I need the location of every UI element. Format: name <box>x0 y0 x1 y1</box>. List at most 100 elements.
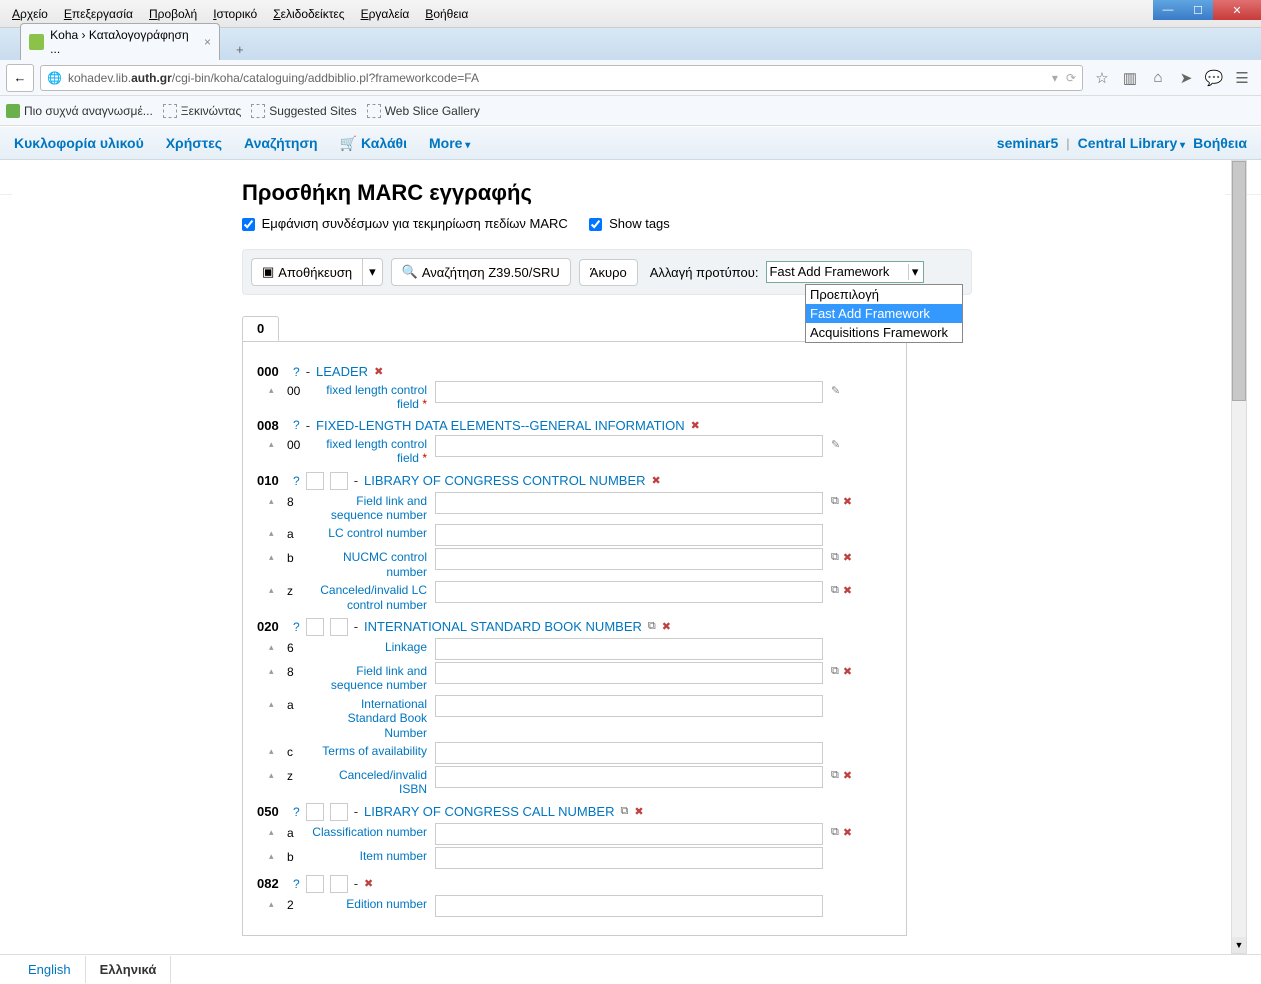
back-button[interactable]: ← <box>6 64 34 92</box>
framework-option-default[interactable]: Προεπιλογή <box>806 285 962 304</box>
collapse-icon[interactable]: ▴ <box>269 766 279 781</box>
subfield-label[interactable]: Canceled/invalid LC control number <box>309 581 427 612</box>
subfield-label[interactable]: Field link and sequence number <box>309 492 427 523</box>
cancel-button[interactable]: Άκυρο <box>579 259 638 286</box>
subfield-input[interactable] <box>435 823 823 845</box>
delete-subfield-icon[interactable]: ✖ <box>843 584 852 597</box>
delete-tag-icon[interactable]: ✖ <box>652 474 661 487</box>
clone-tag-icon[interactable]: ⧉ <box>648 620 656 633</box>
marc-tag-desc[interactable]: INTERNATIONAL STANDARD BOOK NUMBER <box>364 619 642 634</box>
collapse-icon[interactable]: ▴ <box>269 662 279 677</box>
subfield-input[interactable] <box>435 847 823 869</box>
send-icon[interactable]: ➤ <box>1177 69 1195 87</box>
os-menu-item[interactable]: Σελιδοδείκτες <box>265 4 352 24</box>
subfield-label[interactable]: fixed length control field * <box>309 435 427 466</box>
delete-tag-icon[interactable]: ✖ <box>691 419 700 432</box>
subfield-input[interactable] <box>435 435 823 457</box>
bookmark-suggested[interactable]: Suggested Sites <box>251 104 356 118</box>
hamburger-menu-icon[interactable]: ☰ <box>1233 69 1251 87</box>
clone-subfield-icon[interactable]: ⧉ <box>831 769 839 782</box>
subfield-label[interactable]: LC control number <box>309 524 427 540</box>
save-button[interactable]: ▣ Αποθήκευση <box>251 258 362 286</box>
subfield-label[interactable]: Item number <box>309 847 427 863</box>
collapse-icon[interactable]: ▴ <box>269 524 279 539</box>
nav-more-dropdown[interactable]: More <box>429 135 470 151</box>
bookmark-most-visited[interactable]: Πιο συχνά αναγνωσμέ... <box>6 104 153 118</box>
indicator-1-input[interactable] <box>306 803 324 821</box>
delete-subfield-icon[interactable]: ✖ <box>843 551 852 564</box>
home-icon[interactable]: ⌂ <box>1149 69 1167 87</box>
help-icon[interactable]: ? <box>293 418 300 432</box>
window-close-button[interactable]: ✕ <box>1213 0 1261 20</box>
framework-option-acquisitions[interactable]: Acquisitions Framework <box>806 323 962 342</box>
subfield-label[interactable]: Canceled/invalid ISBN <box>309 766 427 797</box>
vertical-scrollbar[interactable]: ▲ ▼ <box>1231 160 1247 954</box>
tab-close-icon[interactable]: × <box>204 35 211 49</box>
delete-subfield-icon[interactable]: ✖ <box>843 495 852 508</box>
os-menu-item[interactable]: Εργαλεία <box>353 4 418 24</box>
window-maximize-button[interactable]: ☐ <box>1183 0 1213 20</box>
help-icon[interactable]: ? <box>293 877 300 891</box>
help-icon[interactable]: ? <box>293 620 300 634</box>
subfield-input[interactable] <box>435 766 823 788</box>
subfield-label[interactable]: International Standard Book Number <box>309 695 427 740</box>
delete-tag-icon[interactable]: ✖ <box>374 365 383 378</box>
subfield-input[interactable] <box>435 492 823 514</box>
subfield-label[interactable]: fixed length control field * <box>309 381 427 412</box>
indicator-1-input[interactable] <box>306 618 324 636</box>
subfield-input[interactable] <box>435 581 823 603</box>
bookmark-webslice[interactable]: Web Slice Gallery <box>367 104 480 118</box>
clone-subfield-icon[interactable]: ⧉ <box>831 665 839 678</box>
subfield-label[interactable]: NUCMC control number <box>309 548 427 579</box>
reload-icon[interactable]: ⟳ <box>1066 71 1076 85</box>
nav-library-dropdown[interactable]: Central Library <box>1078 135 1185 151</box>
os-menu-item[interactable]: Προβολή <box>141 4 205 24</box>
edit-subfield-icon[interactable]: ✎ <box>831 438 840 451</box>
nav-patrons[interactable]: Χρήστες <box>166 135 222 151</box>
marc-tag-desc[interactable]: FIXED-LENGTH DATA ELEMENTS--GENERAL INFO… <box>316 418 685 433</box>
help-icon[interactable]: ? <box>293 805 300 819</box>
delete-subfield-icon[interactable]: ✖ <box>843 665 852 678</box>
subfield-input[interactable] <box>435 548 823 570</box>
url-input[interactable]: 🌐 kohadev.lib.auth.gr/cgi-bin/koha/catal… <box>40 65 1083 91</box>
clone-subfield-icon[interactable]: ⧉ <box>831 551 839 564</box>
indicator-2-input[interactable] <box>330 875 348 893</box>
checkbox-show-tags[interactable]: Show tags <box>589 216 669 231</box>
clone-tag-icon[interactable]: ⧉ <box>620 805 628 818</box>
delete-tag-icon[interactable]: ✖ <box>364 877 373 890</box>
help-icon[interactable]: ? <box>293 365 300 379</box>
collapse-icon[interactable]: ▴ <box>269 695 279 710</box>
collapse-icon[interactable]: ▴ <box>269 742 279 757</box>
collapse-icon[interactable]: ▴ <box>269 581 279 596</box>
framework-select[interactable]: Fast Add Framework ▾ <box>766 261 924 283</box>
lang-english[interactable]: English <box>14 956 85 983</box>
marc-tab-0[interactable]: 0 <box>242 316 279 341</box>
edit-subfield-icon[interactable]: ✎ <box>831 384 840 397</box>
subfield-input[interactable] <box>435 695 823 717</box>
clone-subfield-icon[interactable]: ⧉ <box>831 826 839 839</box>
os-menu-item[interactable]: Βοήθεια <box>417 4 476 24</box>
marc-tag-desc[interactable]: LIBRARY OF CONGRESS CONTROL NUMBER <box>364 473 645 488</box>
scroll-thumb[interactable] <box>1232 161 1246 401</box>
dropdown-icon[interactable]: ▾ <box>1052 71 1058 85</box>
scroll-down-arrow-icon[interactable]: ▼ <box>1232 937 1246 953</box>
checkbox-marc-links[interactable]: Εμφάνιση συνδέσμων για τεκμηρίωση πεδίων… <box>242 216 568 231</box>
os-menu-item[interactable]: Αρχείο <box>4 4 56 24</box>
framework-option-fastadd[interactable]: Fast Add Framework <box>806 304 962 323</box>
os-menu-item[interactable]: Επεξεργασία <box>56 4 141 24</box>
bookmark-getting-started[interactable]: Ξεκινώντας <box>163 104 241 118</box>
clone-subfield-icon[interactable]: ⧉ <box>831 584 839 597</box>
subfield-input[interactable] <box>435 662 823 684</box>
clone-subfield-icon[interactable]: ⧉ <box>831 495 839 508</box>
indicator-2-input[interactable] <box>330 618 348 636</box>
collapse-icon[interactable]: ▴ <box>269 435 279 450</box>
subfield-input[interactable] <box>435 381 823 403</box>
collapse-icon[interactable]: ▴ <box>269 381 279 396</box>
browser-tab-active[interactable]: Koha › Καταλογογράφηση ... × <box>20 23 220 60</box>
z3950-search-button[interactable]: 🔍 Αναζήτηση Z39.50/SRU <box>391 258 571 286</box>
subfield-label[interactable]: Linkage <box>309 638 427 654</box>
marc-tag-desc[interactable]: LIBRARY OF CONGRESS CALL NUMBER <box>364 804 614 819</box>
delete-subfield-icon[interactable]: ✖ <box>843 826 852 839</box>
collapse-icon[interactable]: ▴ <box>269 492 279 507</box>
collapse-icon[interactable]: ▴ <box>269 548 279 563</box>
